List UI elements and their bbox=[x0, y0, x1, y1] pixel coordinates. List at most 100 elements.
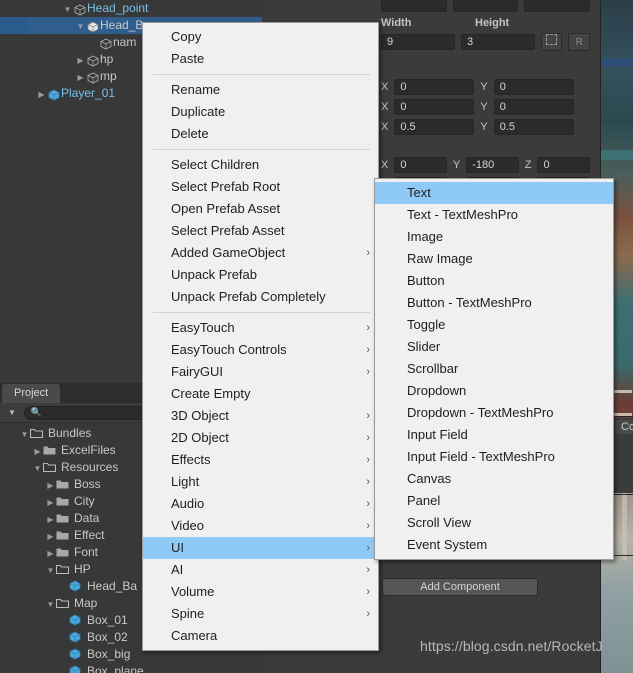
submenu-item-canvas[interactable]: Canvas bbox=[375, 468, 613, 490]
project-item-box_plane[interactable]: Box_plane bbox=[0, 663, 262, 673]
pivot-x-field[interactable]: 0.5 bbox=[394, 119, 475, 135]
menu-item-audio[interactable]: Audio › bbox=[143, 493, 378, 515]
menu-item-ai[interactable]: AI › bbox=[143, 559, 378, 581]
chevron-right-icon: › bbox=[366, 564, 370, 576]
rotation-x-field[interactable]: 0 bbox=[394, 157, 447, 173]
menu-item-delete[interactable]: Delete bbox=[143, 123, 378, 145]
menu-item-2d-object[interactable]: 2D Object › bbox=[143, 427, 378, 449]
submenu-item-label: Input Field bbox=[407, 427, 468, 442]
chevron-right-icon: › bbox=[366, 476, 370, 488]
menu-item-label: EasyTouch bbox=[171, 320, 235, 335]
submenu-item-event-system[interactable]: Event System bbox=[375, 534, 613, 556]
submenu-item-input-field[interactable]: Input Field bbox=[375, 424, 613, 446]
submenu-item-raw-image[interactable]: Raw Image bbox=[375, 248, 613, 270]
chevron-right-icon: › bbox=[366, 432, 370, 444]
submenu-item-text[interactable]: Text bbox=[375, 182, 613, 204]
menu-item-fairygui[interactable]: FairyGUI › bbox=[143, 361, 378, 383]
menu-item-unpack-prefab[interactable]: Unpack Prefab bbox=[143, 264, 378, 286]
submenu-item-label: Dropdown - TextMeshPro bbox=[407, 405, 554, 420]
menu-item-label: EasyTouch Controls bbox=[171, 342, 287, 357]
menu-item-easytouch-controls[interactable]: EasyTouch Controls › bbox=[143, 339, 378, 361]
menu-item-copy[interactable]: Copy bbox=[143, 26, 378, 48]
submenu-item-button-textmeshpro[interactable]: Button - TextMeshPro bbox=[375, 292, 613, 314]
anchor-min-y-field[interactable]: 0 bbox=[493, 79, 574, 95]
submenu-item-panel[interactable]: Panel bbox=[375, 490, 613, 512]
anchor-min-x-field[interactable]: 0 bbox=[394, 79, 475, 95]
menu-item-select-prefab-asset[interactable]: Select Prefab Asset bbox=[143, 220, 378, 242]
menu-item-rename[interactable]: Rename bbox=[143, 79, 378, 101]
menu-item-ui[interactable]: UI › bbox=[143, 537, 378, 559]
menu-item-camera[interactable]: Camera bbox=[143, 625, 378, 647]
hierarchy-item-head_point[interactable]: ▼ Head_point bbox=[0, 0, 262, 17]
menu-item-label: AI bbox=[171, 562, 184, 577]
context-menu[interactable]: Copy Paste Rename Duplicate Delete Select Chi… bbox=[142, 22, 379, 651]
raw-toggle-button[interactable]: R bbox=[568, 33, 590, 51]
menu-item-video[interactable]: Video › bbox=[143, 515, 378, 537]
width-field[interactable]: 9 bbox=[381, 34, 455, 50]
menu-item-added-gameobject[interactable]: Added GameObject › bbox=[143, 242, 378, 264]
submenu-item-text-textmeshpro[interactable]: Text - TextMeshPro bbox=[375, 204, 613, 226]
context-submenu-ui[interactable]: Text Text - TextMeshPro Image Raw Image Butt… bbox=[374, 178, 614, 560]
chevron-right-icon: › bbox=[366, 608, 370, 620]
project-tab[interactable]: Project bbox=[2, 384, 61, 403]
menu-item-create-empty[interactable]: Create Empty bbox=[143, 383, 378, 405]
selection-strip bbox=[0, 17, 28, 34]
submenu-item-dropdown[interactable]: Dropdown bbox=[375, 380, 613, 402]
menu-item-label: Duplicate bbox=[171, 104, 226, 119]
menu-item-label: Video bbox=[171, 518, 205, 533]
anchor-preset-icon[interactable] bbox=[540, 33, 563, 51]
pos-z-field-clipped[interactable] bbox=[524, 0, 591, 12]
menu-item-open-prefab-asset[interactable]: Open Prefab Asset bbox=[143, 198, 378, 220]
submenu-item-scroll-view[interactable]: Scroll View bbox=[375, 512, 613, 534]
pivot-y-field[interactable]: 0.5 bbox=[493, 119, 574, 135]
pos-x-field-clipped[interactable] bbox=[381, 0, 447, 12]
scene-post-right bbox=[622, 490, 627, 560]
anchor-min-x-label: X bbox=[381, 81, 389, 93]
menu-item-paste[interactable]: Paste bbox=[143, 48, 378, 70]
menu-item-select-children[interactable]: Select Children bbox=[143, 154, 378, 176]
rotation-z-field[interactable]: 0 bbox=[537, 157, 591, 173]
menu-item-3d-object[interactable]: 3D Object › bbox=[143, 405, 378, 427]
menu-item-label: Volume bbox=[171, 584, 215, 599]
search-icon: 🔍 bbox=[30, 407, 43, 417]
hierarchy-item-label: nam bbox=[113, 35, 137, 49]
menu-separator bbox=[153, 149, 370, 150]
submenu-item-label: Button - TextMeshPro bbox=[407, 295, 532, 310]
submenu-item-image[interactable]: Image bbox=[375, 226, 613, 248]
scene-roof-upper bbox=[600, 58, 633, 66]
menu-item-label: Added GameObject bbox=[171, 245, 286, 260]
submenu-item-slider[interactable]: Slider bbox=[375, 336, 613, 358]
submenu-item-input-field-textmeshpro[interactable]: Input Field - TextMeshPro bbox=[375, 446, 613, 468]
rotation-z-label: Z bbox=[524, 159, 532, 171]
anchor-max-y-field[interactable]: 0 bbox=[493, 99, 574, 115]
submenu-item-dropdown-textmeshpro[interactable]: Dropdown - TextMeshPro bbox=[375, 402, 613, 424]
height-field[interactable]: 3 bbox=[460, 34, 535, 50]
menu-item-select-prefab-root[interactable]: Select Prefab Root bbox=[143, 176, 378, 198]
menu-item-effects[interactable]: Effects › bbox=[143, 449, 378, 471]
rect-transform-fields: Width Height 9 3 R X 0 Y 0 X 0 Y 0 X 0.5… bbox=[381, 0, 600, 195]
add-component-button[interactable]: Add Component bbox=[382, 578, 538, 596]
menu-separator bbox=[153, 312, 370, 313]
submenu-item-scrollbar[interactable]: Scrollbar bbox=[375, 358, 613, 380]
watermark: https://blog.csdn.net/RocketJ bbox=[420, 638, 603, 654]
menu-item-label: Audio bbox=[171, 496, 205, 511]
menu-item-duplicate[interactable]: Duplicate bbox=[143, 101, 378, 123]
project-item-label: Head_Ba bbox=[87, 579, 138, 593]
menu-item-easytouch[interactable]: EasyTouch › bbox=[143, 317, 378, 339]
anchor-max-x-field[interactable]: 0 bbox=[394, 99, 475, 115]
submenu-item-button[interactable]: Button bbox=[375, 270, 613, 292]
anchors-max-row: X 0 Y 0 bbox=[381, 97, 600, 117]
menu-item-volume[interactable]: Volume › bbox=[143, 581, 378, 603]
menu-item-spine[interactable]: Spine › bbox=[143, 603, 378, 625]
rotation-y-field[interactable]: -180 bbox=[466, 157, 519, 173]
menu-item-label: Delete bbox=[171, 126, 209, 141]
menu-item-unpack-prefab-completely[interactable]: Unpack Prefab Completely bbox=[143, 286, 378, 308]
console-tab[interactable]: Co bbox=[615, 420, 633, 434]
chevron-down-icon[interactable]: ▼ bbox=[4, 408, 20, 417]
menu-item-light[interactable]: Light › bbox=[143, 471, 378, 493]
pivot-row: X 0.5 Y 0.5 bbox=[381, 117, 600, 137]
menu-item-label: Camera bbox=[171, 628, 218, 643]
chevron-right-icon: › bbox=[366, 520, 370, 532]
submenu-item-toggle[interactable]: Toggle bbox=[375, 314, 613, 336]
pos-y-field-clipped[interactable] bbox=[452, 0, 519, 12]
